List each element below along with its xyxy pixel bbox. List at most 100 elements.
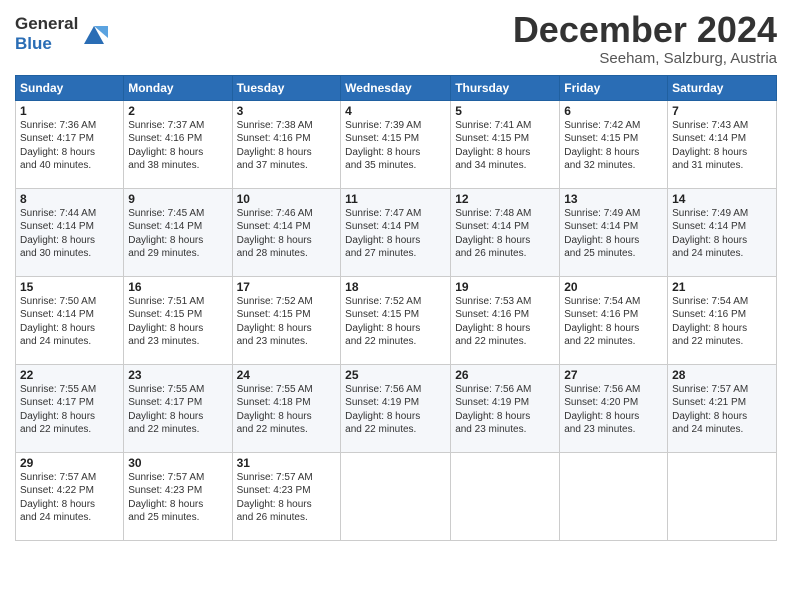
- table-row: 14Sunrise: 7:49 AMSunset: 4:14 PMDayligh…: [668, 188, 777, 276]
- day-number: 3: [237, 104, 337, 118]
- calendar-week-row: 29Sunrise: 7:57 AMSunset: 4:22 PMDayligh…: [16, 452, 777, 540]
- calendar-table: Sunday Monday Tuesday Wednesday Thursday…: [15, 75, 777, 541]
- calendar-header-row: Sunday Monday Tuesday Wednesday Thursday…: [16, 75, 777, 100]
- day-number: 15: [20, 280, 119, 294]
- logo-icon: [80, 20, 108, 48]
- day-number: 25: [345, 368, 446, 382]
- table-row: 15Sunrise: 7:50 AMSunset: 4:14 PMDayligh…: [16, 276, 124, 364]
- day-number: 12: [455, 192, 555, 206]
- table-row: 1Sunrise: 7:36 AMSunset: 4:17 PMDaylight…: [16, 100, 124, 188]
- day-info: Sunrise: 7:57 AMSunset: 4:22 PMDaylight:…: [20, 471, 119, 525]
- table-row: 29Sunrise: 7:57 AMSunset: 4:22 PMDayligh…: [16, 452, 124, 540]
- day-number: 29: [20, 456, 119, 470]
- day-info: Sunrise: 7:56 AMSunset: 4:20 PMDaylight:…: [564, 383, 663, 437]
- day-info: Sunrise: 7:51 AMSunset: 4:15 PMDaylight:…: [128, 295, 227, 349]
- day-number: 11: [345, 192, 446, 206]
- day-info: Sunrise: 7:56 AMSunset: 4:19 PMDaylight:…: [345, 383, 446, 437]
- day-info: Sunrise: 7:50 AMSunset: 4:14 PMDaylight:…: [20, 295, 119, 349]
- day-number: 2: [128, 104, 227, 118]
- day-info: Sunrise: 7:57 AMSunset: 4:23 PMDaylight:…: [128, 471, 227, 525]
- title-block: December 2024 Seeham, Salzburg, Austria: [513, 10, 777, 67]
- table-row: [668, 452, 777, 540]
- day-number: 20: [564, 280, 663, 294]
- table-row: 2Sunrise: 7:37 AMSunset: 4:16 PMDaylight…: [124, 100, 232, 188]
- day-number: 7: [672, 104, 772, 118]
- day-number: 31: [237, 456, 337, 470]
- table-row: 19Sunrise: 7:53 AMSunset: 4:16 PMDayligh…: [451, 276, 560, 364]
- table-row: [341, 452, 451, 540]
- col-monday: Monday: [124, 75, 232, 100]
- day-info: Sunrise: 7:42 AMSunset: 4:15 PMDaylight:…: [564, 119, 663, 173]
- table-row: 9Sunrise: 7:45 AMSunset: 4:14 PMDaylight…: [124, 188, 232, 276]
- location: Seeham, Salzburg, Austria: [513, 50, 777, 67]
- table-row: 3Sunrise: 7:38 AMSunset: 4:16 PMDaylight…: [232, 100, 341, 188]
- table-row: 11Sunrise: 7:47 AMSunset: 4:14 PMDayligh…: [341, 188, 451, 276]
- day-number: 9: [128, 192, 227, 206]
- logo: General Blue: [15, 14, 108, 53]
- day-number: 22: [20, 368, 119, 382]
- logo-blue: Blue: [15, 34, 78, 54]
- table-row: 21Sunrise: 7:54 AMSunset: 4:16 PMDayligh…: [668, 276, 777, 364]
- day-number: 14: [672, 192, 772, 206]
- calendar-week-row: 22Sunrise: 7:55 AMSunset: 4:17 PMDayligh…: [16, 364, 777, 452]
- day-number: 5: [455, 104, 555, 118]
- table-row: 7Sunrise: 7:43 AMSunset: 4:14 PMDaylight…: [668, 100, 777, 188]
- table-row: 13Sunrise: 7:49 AMSunset: 4:14 PMDayligh…: [560, 188, 668, 276]
- day-info: Sunrise: 7:39 AMSunset: 4:15 PMDaylight:…: [345, 119, 446, 173]
- day-number: 6: [564, 104, 663, 118]
- table-row: 4Sunrise: 7:39 AMSunset: 4:15 PMDaylight…: [341, 100, 451, 188]
- day-number: 24: [237, 368, 337, 382]
- day-number: 21: [672, 280, 772, 294]
- day-info: Sunrise: 7:41 AMSunset: 4:15 PMDaylight:…: [455, 119, 555, 173]
- table-row: 30Sunrise: 7:57 AMSunset: 4:23 PMDayligh…: [124, 452, 232, 540]
- day-number: 8: [20, 192, 119, 206]
- day-info: Sunrise: 7:48 AMSunset: 4:14 PMDaylight:…: [455, 207, 555, 261]
- day-info: Sunrise: 7:44 AMSunset: 4:14 PMDaylight:…: [20, 207, 119, 261]
- day-number: 1: [20, 104, 119, 118]
- day-info: Sunrise: 7:46 AMSunset: 4:14 PMDaylight:…: [237, 207, 337, 261]
- table-row: 16Sunrise: 7:51 AMSunset: 4:15 PMDayligh…: [124, 276, 232, 364]
- month-title: December 2024: [513, 10, 777, 50]
- calendar-week-row: 8Sunrise: 7:44 AMSunset: 4:14 PMDaylight…: [16, 188, 777, 276]
- logo-general: General: [15, 14, 78, 34]
- table-row: [560, 452, 668, 540]
- calendar-week-row: 15Sunrise: 7:50 AMSunset: 4:14 PMDayligh…: [16, 276, 777, 364]
- day-info: Sunrise: 7:43 AMSunset: 4:14 PMDaylight:…: [672, 119, 772, 173]
- day-info: Sunrise: 7:49 AMSunset: 4:14 PMDaylight:…: [672, 207, 772, 261]
- table-row: 28Sunrise: 7:57 AMSunset: 4:21 PMDayligh…: [668, 364, 777, 452]
- page: General Blue December 2024 Seeham, Salzb…: [0, 0, 792, 612]
- day-info: Sunrise: 7:56 AMSunset: 4:19 PMDaylight:…: [455, 383, 555, 437]
- day-number: 13: [564, 192, 663, 206]
- table-row: 10Sunrise: 7:46 AMSunset: 4:14 PMDayligh…: [232, 188, 341, 276]
- day-number: 16: [128, 280, 227, 294]
- day-info: Sunrise: 7:49 AMSunset: 4:14 PMDaylight:…: [564, 207, 663, 261]
- table-row: 24Sunrise: 7:55 AMSunset: 4:18 PMDayligh…: [232, 364, 341, 452]
- day-info: Sunrise: 7:57 AMSunset: 4:23 PMDaylight:…: [237, 471, 337, 525]
- day-info: Sunrise: 7:54 AMSunset: 4:16 PMDaylight:…: [672, 295, 772, 349]
- day-number: 18: [345, 280, 446, 294]
- day-info: Sunrise: 7:47 AMSunset: 4:14 PMDaylight:…: [345, 207, 446, 261]
- day-info: Sunrise: 7:52 AMSunset: 4:15 PMDaylight:…: [345, 295, 446, 349]
- day-number: 27: [564, 368, 663, 382]
- day-info: Sunrise: 7:36 AMSunset: 4:17 PMDaylight:…: [20, 119, 119, 173]
- day-number: 4: [345, 104, 446, 118]
- day-info: Sunrise: 7:57 AMSunset: 4:21 PMDaylight:…: [672, 383, 772, 437]
- day-number: 28: [672, 368, 772, 382]
- col-wednesday: Wednesday: [341, 75, 451, 100]
- day-number: 17: [237, 280, 337, 294]
- day-number: 23: [128, 368, 227, 382]
- day-info: Sunrise: 7:52 AMSunset: 4:15 PMDaylight:…: [237, 295, 337, 349]
- col-tuesday: Tuesday: [232, 75, 341, 100]
- day-number: 30: [128, 456, 227, 470]
- calendar-week-row: 1Sunrise: 7:36 AMSunset: 4:17 PMDaylight…: [16, 100, 777, 188]
- table-row: [451, 452, 560, 540]
- day-number: 10: [237, 192, 337, 206]
- day-info: Sunrise: 7:53 AMSunset: 4:16 PMDaylight:…: [455, 295, 555, 349]
- col-saturday: Saturday: [668, 75, 777, 100]
- table-row: 20Sunrise: 7:54 AMSunset: 4:16 PMDayligh…: [560, 276, 668, 364]
- table-row: 26Sunrise: 7:56 AMSunset: 4:19 PMDayligh…: [451, 364, 560, 452]
- col-friday: Friday: [560, 75, 668, 100]
- table-row: 5Sunrise: 7:41 AMSunset: 4:15 PMDaylight…: [451, 100, 560, 188]
- table-row: 12Sunrise: 7:48 AMSunset: 4:14 PMDayligh…: [451, 188, 560, 276]
- day-info: Sunrise: 7:54 AMSunset: 4:16 PMDaylight:…: [564, 295, 663, 349]
